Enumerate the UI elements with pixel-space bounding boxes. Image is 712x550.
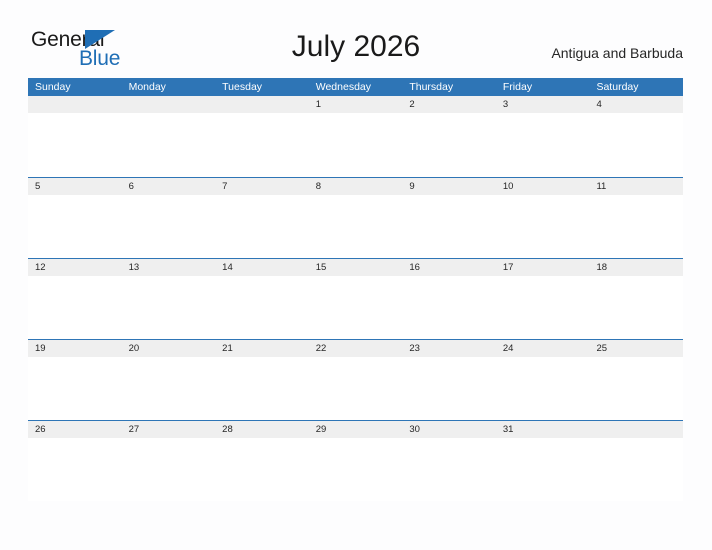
day-cell[interactable]: 21 bbox=[215, 340, 309, 357]
day-cell[interactable]: 25 bbox=[589, 340, 683, 357]
calendar-grid: Sunday Monday Tuesday Wednesday Thursday… bbox=[28, 78, 683, 501]
day-cell[interactable] bbox=[28, 96, 122, 113]
day-cell[interactable]: 11 bbox=[589, 178, 683, 195]
day-cell[interactable]: 28 bbox=[215, 421, 309, 438]
day-cell[interactable]: 24 bbox=[496, 340, 590, 357]
weekday-thursday: Thursday bbox=[409, 81, 454, 93]
day-cell[interactable]: 22 bbox=[309, 340, 403, 357]
day-cell[interactable]: 27 bbox=[122, 421, 216, 438]
weekday-monday: Monday bbox=[128, 81, 166, 93]
weekday-header-row: Sunday Monday Tuesday Wednesday Thursday… bbox=[28, 78, 683, 96]
day-cell[interactable]: 6 bbox=[122, 178, 216, 195]
weekday-friday: Friday bbox=[502, 81, 533, 93]
day-cell[interactable]: 12 bbox=[28, 259, 122, 276]
day-cell[interactable]: 5 bbox=[28, 178, 122, 195]
weekday-sunday: Sunday bbox=[35, 81, 71, 93]
day-cell[interactable]: 20 bbox=[122, 340, 216, 357]
day-number-band: 26 27 28 29 30 31 bbox=[28, 421, 683, 438]
calendar-page: General Blue July 2026 Antigua and Barbu… bbox=[0, 0, 712, 550]
day-cell[interactable]: 18 bbox=[589, 259, 683, 276]
weekday-tuesday: Tuesday bbox=[222, 81, 263, 93]
day-cell[interactable] bbox=[215, 96, 309, 113]
day-cell[interactable]: 10 bbox=[496, 178, 590, 195]
day-cell[interactable]: 26 bbox=[28, 421, 122, 438]
day-number-band: 12 13 14 15 16 17 18 bbox=[28, 259, 683, 276]
day-cell[interactable]: 2 bbox=[402, 96, 496, 113]
week-row: 1 2 3 4 bbox=[28, 96, 683, 177]
day-cell[interactable]: 29 bbox=[309, 421, 403, 438]
day-number-band: 1 2 3 4 bbox=[28, 96, 683, 113]
locale-label: Antigua and Barbuda bbox=[551, 45, 683, 61]
day-cell[interactable]: 15 bbox=[309, 259, 403, 276]
week-row: 19 20 21 22 23 24 25 bbox=[28, 339, 683, 420]
day-cell[interactable]: 1 bbox=[309, 96, 403, 113]
weekday-saturday: Saturday bbox=[596, 81, 639, 93]
day-number-band: 5 6 7 8 9 10 11 bbox=[28, 178, 683, 195]
day-cell[interactable]: 31 bbox=[496, 421, 590, 438]
day-cell[interactable]: 17 bbox=[496, 259, 590, 276]
day-cell[interactable]: 7 bbox=[215, 178, 309, 195]
week-row: 26 27 28 29 30 31 bbox=[28, 420, 683, 501]
weekday-wednesday: Wednesday bbox=[315, 81, 371, 93]
day-cell[interactable]: 8 bbox=[309, 178, 403, 195]
day-cell[interactable]: 9 bbox=[402, 178, 496, 195]
day-cell[interactable]: 23 bbox=[402, 340, 496, 357]
day-cell[interactable]: 14 bbox=[215, 259, 309, 276]
page-header: General Blue July 2026 Antigua and Barbu… bbox=[0, 0, 712, 76]
day-cell[interactable]: 16 bbox=[402, 259, 496, 276]
day-cell[interactable] bbox=[122, 96, 216, 113]
day-cell[interactable]: 30 bbox=[402, 421, 496, 438]
day-cell[interactable]: 3 bbox=[496, 96, 590, 113]
day-cell[interactable]: 19 bbox=[28, 340, 122, 357]
day-number-band: 19 20 21 22 23 24 25 bbox=[28, 340, 683, 357]
week-row: 12 13 14 15 16 17 18 bbox=[28, 258, 683, 339]
day-cell[interactable]: 4 bbox=[589, 96, 683, 113]
week-row: 5 6 7 8 9 10 11 bbox=[28, 177, 683, 258]
day-cell[interactable] bbox=[589, 421, 683, 438]
day-cell[interactable]: 13 bbox=[122, 259, 216, 276]
